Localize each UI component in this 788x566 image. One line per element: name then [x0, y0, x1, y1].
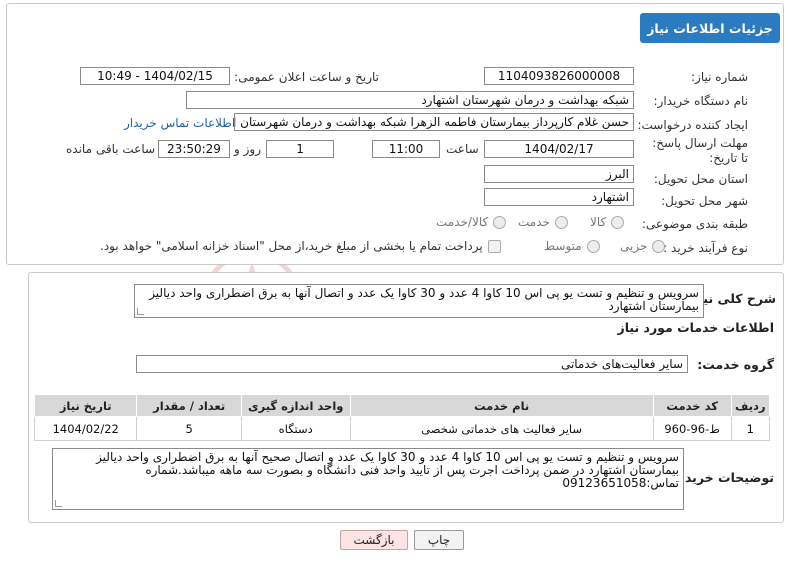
buyer-notes-textarea[interactable]: سرویس و تنظیم و تست یو پی اس 10 کاوا 4 ع…: [52, 448, 684, 510]
buyer-org-label: نام دستگاه خریدار:: [653, 94, 749, 108]
radio-goods[interactable]: [611, 215, 625, 229]
summary-textarea[interactable]: سرویس و تنظیم و تست یو پی اس 10 کاوا 4 ع…: [134, 284, 704, 318]
creator-label: ایجاد کننده درخواست:: [637, 118, 748, 132]
days-field: 1: [266, 140, 334, 158]
announce-date-label: تاریخ و ساعت اعلان عمومی:: [234, 70, 379, 84]
resize-grip-icon[interactable]: [137, 308, 144, 315]
province-label: استان محل تحویل:: [653, 172, 748, 186]
buyer-org-field: شبکه بهداشت و درمان شهرستان اشتهارد: [186, 91, 634, 109]
category-option-goods-label: کالا: [590, 215, 607, 229]
col-unit: واحد اندازه گیری: [240, 394, 351, 417]
deadline-label: مهلت ارسال پاسخ: تا تاریخ:: [652, 136, 748, 165]
cell-quantity: 5: [136, 416, 242, 441]
cell-unit: دستگاه: [240, 416, 351, 441]
process-option-medium[interactable]: متوسط: [544, 239, 600, 253]
cell-row: 1: [730, 416, 771, 441]
treasury-payment-note: پرداخت تمام یا بخشی از مبلغ خرید،از محل …: [100, 239, 483, 253]
province-field: البرز: [484, 165, 634, 183]
treasury-payment-option[interactable]: پرداخت تمام یا بخشی از مبلغ خرید،از محل …: [100, 239, 501, 253]
page-title: جزئیات اطلاعات نیاز: [640, 13, 780, 43]
deadline-date-field: 1404/02/17: [484, 140, 634, 158]
cell-service-name: سایر فعالیت های خدماتی شخصی: [349, 416, 654, 441]
col-service-name: نام خدمت: [349, 394, 654, 417]
cell-service-code: ط-96-960: [652, 416, 732, 441]
services-table: ردیف کد خدمت نام خدمت واحد اندازه گیری ت…: [33, 394, 771, 441]
process-label: نوع فرآیند خرید :: [663, 241, 748, 255]
treasury-checkbox[interactable]: [487, 239, 501, 253]
city-label: شهر محل تحویل:: [661, 194, 748, 208]
print-button[interactable]: چاپ: [414, 530, 464, 550]
creator-field: حسن غلام کارپرداز بیمارستان فاطمه الزهرا…: [234, 113, 634, 131]
category-option-service[interactable]: خدمت: [518, 215, 568, 229]
process-option-medium-label: متوسط: [544, 239, 582, 253]
resize-grip-icon[interactable]: [55, 500, 62, 507]
need-number-field: 1104093826000008: [484, 67, 634, 85]
radio-minor[interactable]: [652, 239, 666, 253]
services-table-header: ردیف کد خدمت نام خدمت واحد اندازه گیری ت…: [33, 394, 771, 417]
process-option-minor-label: جزیی: [620, 239, 648, 253]
category-label: طبقه بندی موضوعی:: [641, 217, 748, 231]
buyer-contact-link[interactable]: اطلاعات تماس خریدار: [124, 116, 235, 130]
radio-medium[interactable]: [586, 239, 600, 253]
deadline-time-label: ساعت: [446, 142, 479, 156]
cell-need-date: 1404/02/22: [33, 416, 138, 441]
summary-text: سرویس و تنظیم و تست یو پی اس 10 کاوا 4 ع…: [149, 286, 699, 313]
back-button[interactable]: بازگشت: [340, 530, 408, 550]
announce-date-field: 1404/02/15 - 10:49: [80, 67, 230, 85]
category-option-goods-service[interactable]: کالا/خدمت: [436, 215, 507, 229]
col-row: ردیف: [730, 394, 771, 417]
need-number-label: شماره نیاز:: [691, 70, 748, 84]
radio-service[interactable]: [554, 215, 568, 229]
col-need-date: تاریخ نیاز: [33, 394, 138, 417]
buyer-notes-text: سرویس و تنظیم و تست یو پی اس 10 کاوا 4 ع…: [96, 450, 679, 490]
remaining-label: ساعت باقی مانده: [66, 142, 156, 156]
deadline-time-field: 11:00: [372, 140, 440, 158]
col-service-code: کد خدمت: [652, 394, 732, 417]
category-option-service-label: خدمت: [518, 215, 550, 229]
city-field: اشتهارد: [484, 188, 634, 206]
table-row: 1 ط-96-960 سایر فعالیت های خدماتی شخصی د…: [33, 416, 771, 441]
category-option-goods[interactable]: کالا: [590, 215, 625, 229]
category-option-goods-service-label: کالا/خدمت: [436, 215, 489, 229]
remaining-time-field: 23:50:29: [158, 140, 230, 158]
service-group-label: گروه خدمت:: [697, 357, 774, 372]
buyer-notes-label: توضیحات خریدار:: [668, 470, 774, 485]
service-group-field: سایر فعالیت‌های خدماتی: [136, 355, 688, 373]
col-quantity: تعداد / مقدار: [136, 394, 242, 417]
services-section-title: اطلاعات خدمات مورد نیاز: [617, 320, 775, 335]
process-option-minor[interactable]: جزیی: [620, 239, 666, 253]
days-label: روز و: [234, 142, 261, 156]
radio-goods-service[interactable]: [493, 215, 507, 229]
